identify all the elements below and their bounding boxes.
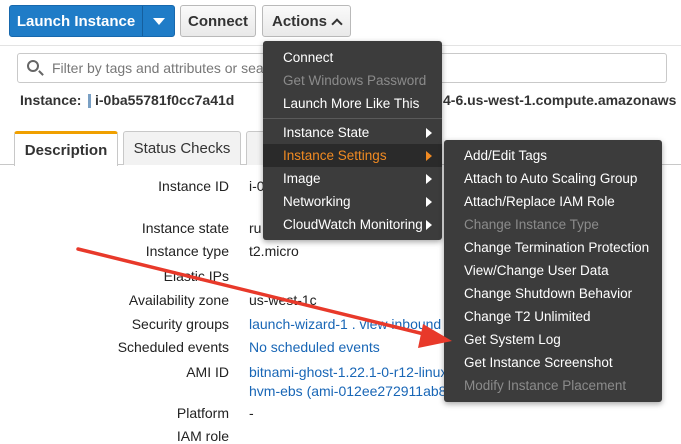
launch-instance-button[interactable]: Launch Instance xyxy=(9,5,175,37)
actions-menu: Connect Get Windows Password Launch More… xyxy=(263,41,442,240)
menu-item-label: Networking xyxy=(283,194,351,209)
menu-item-attach-replace-iam-role[interactable]: Attach/Replace IAM Role xyxy=(444,190,662,213)
menu-item-label: Attach to Auto Scaling Group xyxy=(464,171,638,186)
menu-item-label: Change Termination Protection xyxy=(464,240,650,255)
instance-label: Instance: xyxy=(20,92,82,108)
platform-label: Platform xyxy=(176,405,229,421)
menu-item-view-change-user-data[interactable]: View/Change User Data xyxy=(444,259,662,282)
menu-item-get-system-log[interactable]: Get System Log xyxy=(444,328,662,351)
menu-item-add-edit-tags[interactable]: Add/Edit Tags xyxy=(444,144,662,167)
menu-item-instance-settings[interactable]: Instance Settings xyxy=(263,144,442,167)
menu-item-attach-auto-scaling[interactable]: Attach to Auto Scaling Group xyxy=(444,167,662,190)
menu-item-get-instance-screenshot[interactable]: Get Instance Screenshot xyxy=(444,351,662,374)
menu-item-networking[interactable]: Networking xyxy=(263,190,442,213)
menu-item-label: Instance State xyxy=(283,125,370,140)
menu-item-cloudwatch-monitoring[interactable]: CloudWatch Monitoring xyxy=(263,213,442,236)
menu-item-label: Add/Edit Tags xyxy=(464,148,548,163)
menu-item-modify-instance-placement: Modify Instance Placement xyxy=(444,374,662,397)
instance-public-dns: 4-6.us-west-1.compute.amazonaws xyxy=(443,92,677,108)
chevron-up-icon xyxy=(331,17,343,30)
menu-item-label: View/Change User Data xyxy=(464,263,609,278)
menu-item-label: Image xyxy=(283,171,321,186)
menu-item-label: Get Windows Password xyxy=(283,73,427,88)
actions-button[interactable]: Actions xyxy=(262,5,351,37)
submenu-arrow-icon xyxy=(426,151,432,161)
scheduled-events-link[interactable]: No scheduled events xyxy=(249,339,380,355)
submenu-arrow-icon xyxy=(426,220,432,230)
platform-value: - xyxy=(249,405,254,421)
chevron-down-icon xyxy=(152,17,165,25)
menu-item-label: Attach/Replace IAM Role xyxy=(464,194,615,209)
scheduled-events-label: Scheduled events xyxy=(117,339,229,355)
submenu-arrow-icon xyxy=(426,197,432,207)
menu-item-label: Connect xyxy=(283,50,334,65)
ami-id-link-line2[interactable]: hvm-ebs (ami-012ee272911ab81 xyxy=(249,383,454,399)
menu-item-label: Get Instance Screenshot xyxy=(464,355,613,370)
menu-item-label: Change Shutdown Behavior xyxy=(464,286,633,301)
availability-zone-label: Availability zone xyxy=(128,292,229,308)
actions-label: Actions xyxy=(271,12,327,30)
instance-state-label: Instance state xyxy=(141,220,229,236)
menu-item-label: Get System Log xyxy=(464,332,561,347)
submenu-arrow-icon xyxy=(426,128,432,138)
search-icon xyxy=(26,59,44,77)
instance-type-value: t2.micro xyxy=(249,243,299,259)
menu-item-change-termination-protection[interactable]: Change Termination Protection xyxy=(444,236,662,259)
elastic-ips-label: Elastic IPs xyxy=(163,268,229,284)
availability-zone-value: us-west-1c xyxy=(249,292,317,308)
instance-id-label: Instance ID xyxy=(158,178,229,194)
ami-id-label: AMI ID xyxy=(186,364,229,380)
menu-separator xyxy=(263,118,442,119)
instance-status-marker xyxy=(88,94,91,108)
tab-description[interactable]: Description xyxy=(14,131,118,166)
menu-item-instance-state[interactable]: Instance State xyxy=(263,121,442,144)
menu-item-label: CloudWatch Monitoring xyxy=(283,217,423,232)
menu-item-change-shutdown-behavior[interactable]: Change Shutdown Behavior xyxy=(444,282,662,305)
menu-item-label: Launch More Like This xyxy=(283,96,420,111)
menu-item-label: Modify Instance Placement xyxy=(464,378,627,393)
instance-id-header: i-0ba55781f0cc7a41d xyxy=(95,92,235,108)
menu-item-change-instance-type: Change Instance Type xyxy=(444,213,662,236)
menu-item-get-windows-password: Get Windows Password xyxy=(263,69,442,92)
instance-type-label: Instance type xyxy=(145,243,229,259)
security-groups-link[interactable]: launch-wizard-1 . view inbound ru xyxy=(249,316,458,332)
menu-item-label: Change T2 Unlimited xyxy=(464,309,591,324)
menu-item-connect[interactable]: Connect xyxy=(263,46,442,69)
iam-role-label: IAM role xyxy=(176,428,229,444)
menu-item-launch-more-like-this[interactable]: Launch More Like This xyxy=(263,92,442,115)
menu-item-label: Change Instance Type xyxy=(464,217,599,232)
ami-id-link-line1[interactable]: bitnami-ghost-1.22.1-0-r12-linux- xyxy=(249,364,452,380)
menu-item-change-t2-unlimited[interactable]: Change T2 Unlimited xyxy=(444,305,662,328)
submenu-arrow-icon xyxy=(426,174,432,184)
instance-state-value: ru xyxy=(249,220,262,236)
launch-instance-dropdown-toggle[interactable] xyxy=(142,6,174,36)
instance-settings-submenu: Add/Edit Tags Attach to Auto Scaling Gro… xyxy=(444,140,662,402)
menu-item-label: Instance Settings xyxy=(283,148,387,163)
menu-item-image[interactable]: Image xyxy=(263,167,442,190)
security-groups-label: Security groups xyxy=(131,316,229,332)
tab-status-checks[interactable]: Status Checks xyxy=(123,131,241,165)
launch-instance-label: Launch Instance xyxy=(16,12,136,30)
connect-button[interactable]: Connect xyxy=(180,5,256,37)
